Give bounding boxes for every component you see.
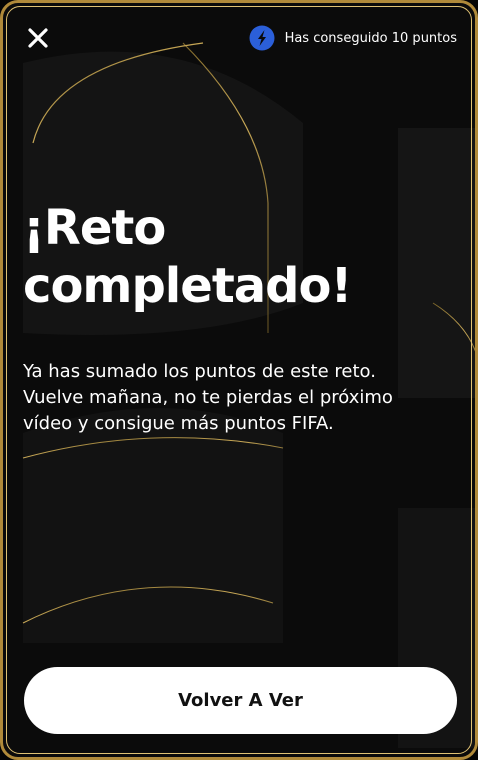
page-title: ¡Reto completado!	[23, 199, 463, 315]
challenge-complete-card: Has conseguido 10 puntos ¡Reto completad…	[0, 0, 478, 760]
points-badge: Has conseguido 10 puntos	[249, 25, 457, 51]
description-line-3: vídeo y consigue más puntos FIFA.	[23, 413, 334, 434]
points-logo-icon	[249, 25, 275, 51]
description-line-2: Vuelve mañana, no te pierdas el próximo	[23, 387, 393, 408]
close-icon	[28, 28, 48, 48]
title-line-2: completado!	[23, 258, 352, 314]
close-button[interactable]	[21, 21, 55, 55]
title-line-1: ¡Reto	[23, 200, 166, 256]
points-text: Has conseguido 10 puntos	[284, 30, 457, 46]
description-line-1: Ya has sumado los puntos de este reto.	[23, 361, 376, 382]
replay-button[interactable]: Volver A Ver	[24, 667, 457, 734]
description-text: Ya has sumado los puntos de este reto. V…	[23, 359, 443, 437]
